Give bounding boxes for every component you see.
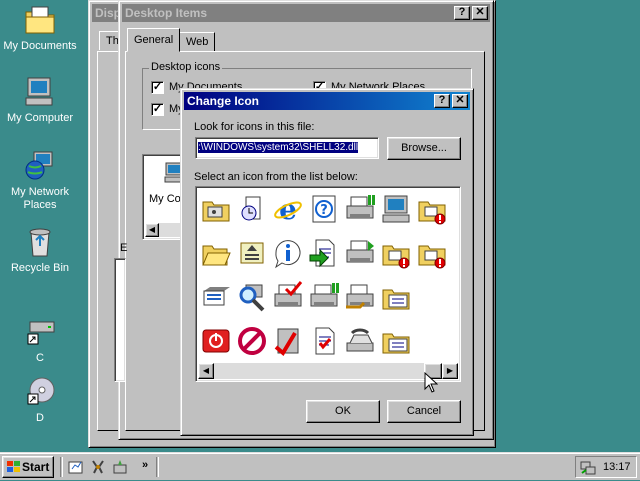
button-label: OK: [335, 405, 351, 417]
cancel-button[interactable]: Cancel: [387, 400, 461, 423]
taskbar-separator: [156, 457, 159, 477]
quick-launch-chevron[interactable]: »: [142, 459, 148, 471]
folder-error-icon[interactable]: [380, 237, 412, 269]
close-button[interactable]: ✕: [472, 6, 488, 20]
tab-label: Th: [106, 35, 119, 47]
folder-error-icon[interactable]: [416, 193, 448, 225]
desktop-icon-label: My Network Places: [10, 186, 70, 211]
document-list-icon[interactable]: [236, 237, 268, 269]
svg-text:e: e: [279, 193, 297, 225]
tab-label: Web: [186, 36, 209, 48]
show-desktop-icon[interactable]: [68, 459, 84, 475]
list-label: Select an icon from the list below:: [194, 171, 358, 183]
quick-launch-tool-icon[interactable]: [90, 459, 106, 475]
desktop-icon-label: My Computer: [6, 112, 74, 124]
quick-launch-separator: [60, 457, 63, 477]
file-path-value: :\WINDOWS\system32\SHELL32.dll: [198, 142, 359, 153]
scroll-left-button[interactable]: ◀: [198, 363, 214, 379]
desktop-icon-my-computer[interactable]: My Computer: [0, 76, 80, 125]
printer-check-icon[interactable]: [272, 281, 304, 313]
desktop-icon-label: My Documents: [3, 40, 77, 52]
tab-label: General: [134, 34, 174, 46]
folder-list-icon[interactable]: [380, 325, 412, 357]
ok-button[interactable]: OK: [306, 400, 380, 423]
printer-network-icon[interactable]: [344, 193, 376, 225]
info-icon[interactable]: [272, 237, 304, 269]
window-title: Desktop Items: [125, 6, 208, 20]
help-button[interactable]: ?: [454, 6, 470, 20]
button-label: Browse...: [401, 142, 447, 154]
desktop-icon-recycle-bin[interactable]: Recycle Bin: [0, 226, 80, 275]
close-button[interactable]: ✕: [452, 94, 468, 108]
browse-button[interactable]: Browse...: [387, 137, 461, 160]
scroll-left-button[interactable]: ◀: [145, 223, 159, 237]
no-symbol-icon[interactable]: [236, 325, 268, 357]
empty-slot: [416, 281, 448, 313]
desktop-icon-d[interactable]: D: [0, 376, 80, 425]
desktop-items-titlebar[interactable]: Desktop Items ? ✕: [122, 4, 490, 22]
my-documents-icon: [24, 4, 56, 36]
svg-text:?: ?: [320, 203, 328, 218]
desktop-icon-c[interactable]: C: [0, 316, 80, 365]
folder-open-icon[interactable]: [200, 237, 232, 269]
fax-icon[interactable]: [344, 325, 376, 357]
taskbar: Start » 13:17: [0, 452, 640, 480]
change-icon-titlebar[interactable]: Change Icon ? ✕: [184, 92, 470, 110]
drive-shortcut-icon: [24, 316, 56, 348]
tab-web[interactable]: Web: [179, 32, 216, 51]
folder-list-icon[interactable]: [380, 281, 412, 313]
computer-icon: [24, 76, 56, 108]
cd-drive-shortcut-icon: [24, 376, 56, 408]
help-button[interactable]: ?: [434, 94, 450, 108]
search-magnifier-icon[interactable]: [236, 281, 268, 313]
quick-launch-settings-icon[interactable]: [112, 459, 128, 475]
folder-error-icon[interactable]: [416, 237, 448, 269]
icon-list[interactable]: e? ◀ ▶: [195, 186, 461, 382]
file-label: Look for icons in this file:: [194, 121, 315, 133]
mouse-pointer-icon: [424, 371, 439, 394]
help-icon[interactable]: ?: [308, 193, 340, 225]
system-tray: 13:17: [575, 456, 637, 478]
icon-list-scrollbar[interactable]: ◀ ▶: [198, 363, 458, 379]
printer-hand-icon[interactable]: [344, 281, 376, 313]
internet-explorer-icon[interactable]: e: [272, 193, 304, 226]
desktop-icon-my-network-places[interactable]: My Network Places: [0, 150, 80, 212]
printer-arrow-icon[interactable]: [344, 237, 376, 269]
windows-logo-icon: [6, 460, 22, 474]
tab-general[interactable]: General: [127, 28, 181, 52]
document-check-icon[interactable]: [308, 325, 340, 357]
desktop-icon-my-documents[interactable]: My Documents: [0, 4, 80, 53]
partial-label: E: [120, 242, 128, 254]
printer-network-icon[interactable]: [308, 281, 340, 313]
start-button[interactable]: Start: [2, 456, 54, 478]
window-title: Change Icon: [187, 94, 260, 108]
pencil-check-icon[interactable]: [272, 325, 304, 357]
start-label: Start: [22, 460, 50, 474]
network-tray-icon[interactable]: [580, 460, 596, 476]
clock[interactable]: 13:17: [603, 461, 631, 473]
scroll-right-button[interactable]: ▶: [442, 363, 458, 379]
preview-label: My Co: [149, 193, 181, 205]
partial-list: [114, 258, 126, 382]
recycle-bin-icon: [24, 226, 56, 258]
group-label: Desktop icons: [149, 61, 223, 73]
empty-slot: [416, 325, 448, 357]
icon-grid: e?: [196, 187, 458, 363]
desktop-icon-label: D: [36, 412, 44, 424]
checkbox-box[interactable]: ✓: [151, 81, 164, 94]
desktop-icon-label: Recycle Bin: [10, 262, 70, 274]
file-path-input[interactable]: :\WINDOWS\system32\SHELL32.dll: [195, 137, 379, 159]
go-arrow-icon[interactable]: [308, 237, 340, 269]
computer-icon[interactable]: [380, 193, 412, 225]
button-label: Cancel: [406, 405, 442, 417]
clock-document-icon[interactable]: [236, 193, 268, 225]
checkbox-box[interactable]: ✓: [151, 103, 164, 116]
server-list-icon[interactable]: [200, 281, 232, 313]
shutdown-icon[interactable]: [200, 325, 232, 357]
desktop-icon-label: C: [36, 352, 44, 364]
folder-settings-icon[interactable]: [200, 193, 232, 225]
network-globe-icon: [24, 150, 56, 182]
